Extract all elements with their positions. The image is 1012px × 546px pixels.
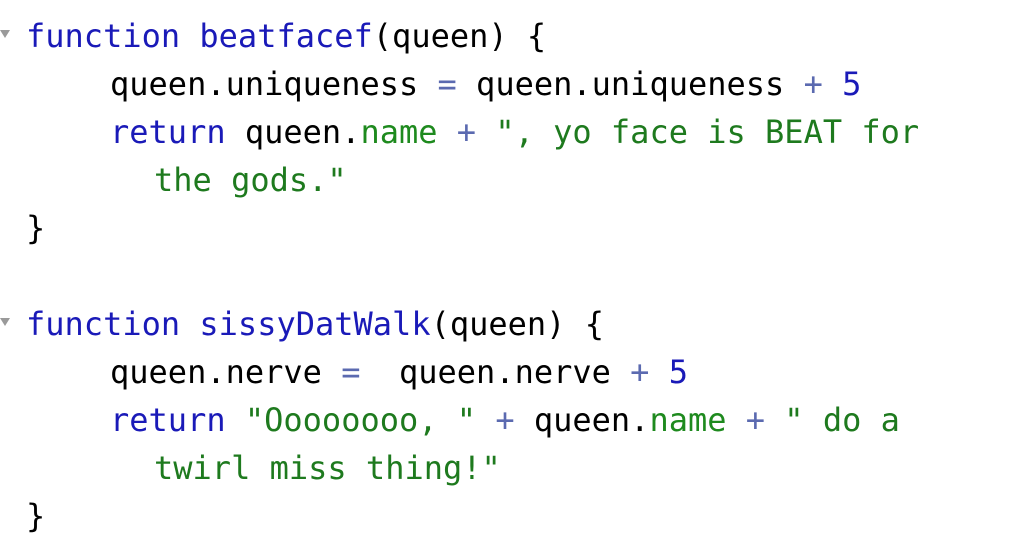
code-editor[interactable]: function beatfacef(queen) { queen.unique… xyxy=(0,0,1012,546)
string-literal-continued: the gods." xyxy=(154,161,347,199)
code-line-8-wrap: twirl miss thing!" xyxy=(154,444,501,492)
object-ref: queen. xyxy=(244,113,361,151)
code-line-2: queen.uniqueness = queen.uniqueness + 5 xyxy=(110,60,861,108)
code-line-3: return queen.name + ", yo face is BEAT f… xyxy=(110,108,919,156)
assign-lhs: queen.nerve xyxy=(110,353,322,391)
code-line-3-wrap: the gods." xyxy=(154,156,347,204)
code-line-6: function sissyDatWalk(queen) { xyxy=(26,300,604,348)
keyword-return: return xyxy=(110,401,226,439)
code-line-9: } xyxy=(26,492,45,540)
assign-operator: = xyxy=(437,65,457,103)
function-params: (queen) { xyxy=(430,305,604,343)
fold-arrow-icon[interactable] xyxy=(0,30,10,38)
string-literal: "Oooooooo, " xyxy=(244,401,477,439)
code-line-1: function beatfacef(queen) { xyxy=(26,12,546,60)
plus-operator: + xyxy=(803,65,823,103)
string-literal: " do a xyxy=(784,401,900,439)
assign-rhs: queen.uniqueness xyxy=(476,65,785,103)
code-line-4: } xyxy=(26,204,45,252)
assign-rhs: queen.nerve xyxy=(398,353,611,391)
assign-operator: = xyxy=(341,353,361,391)
plus-operator: + xyxy=(630,353,650,391)
keyword-return: return xyxy=(110,113,226,151)
keyword-function: function xyxy=(26,305,181,343)
function-params: (queen) { xyxy=(372,17,547,55)
fold-arrow-icon[interactable] xyxy=(0,318,10,326)
assign-lhs: queen.uniqueness xyxy=(110,65,419,103)
plus-operator: + xyxy=(456,113,477,151)
object-ref: queen. xyxy=(533,401,650,439)
closing-brace: } xyxy=(26,497,46,535)
plus-operator: + xyxy=(495,401,515,439)
closing-brace: } xyxy=(26,209,46,247)
keyword-function: function xyxy=(26,17,181,55)
function-name: sissyDatWalk xyxy=(199,305,431,343)
number-literal: 5 xyxy=(842,65,862,103)
number-literal: 5 xyxy=(668,353,688,391)
string-literal: ", yo face is BEAT for xyxy=(495,113,920,151)
property-name: name xyxy=(360,113,438,151)
string-literal-continued: twirl miss thing!" xyxy=(154,449,501,487)
code-line-7: queen.nerve = queen.nerve + 5 xyxy=(110,348,688,396)
plus-operator: + xyxy=(745,401,766,439)
code-line-8: return "Oooooooo, " + queen.name + " do … xyxy=(110,396,900,444)
function-name: beatfacef xyxy=(199,17,373,55)
property-name: name xyxy=(649,401,727,439)
